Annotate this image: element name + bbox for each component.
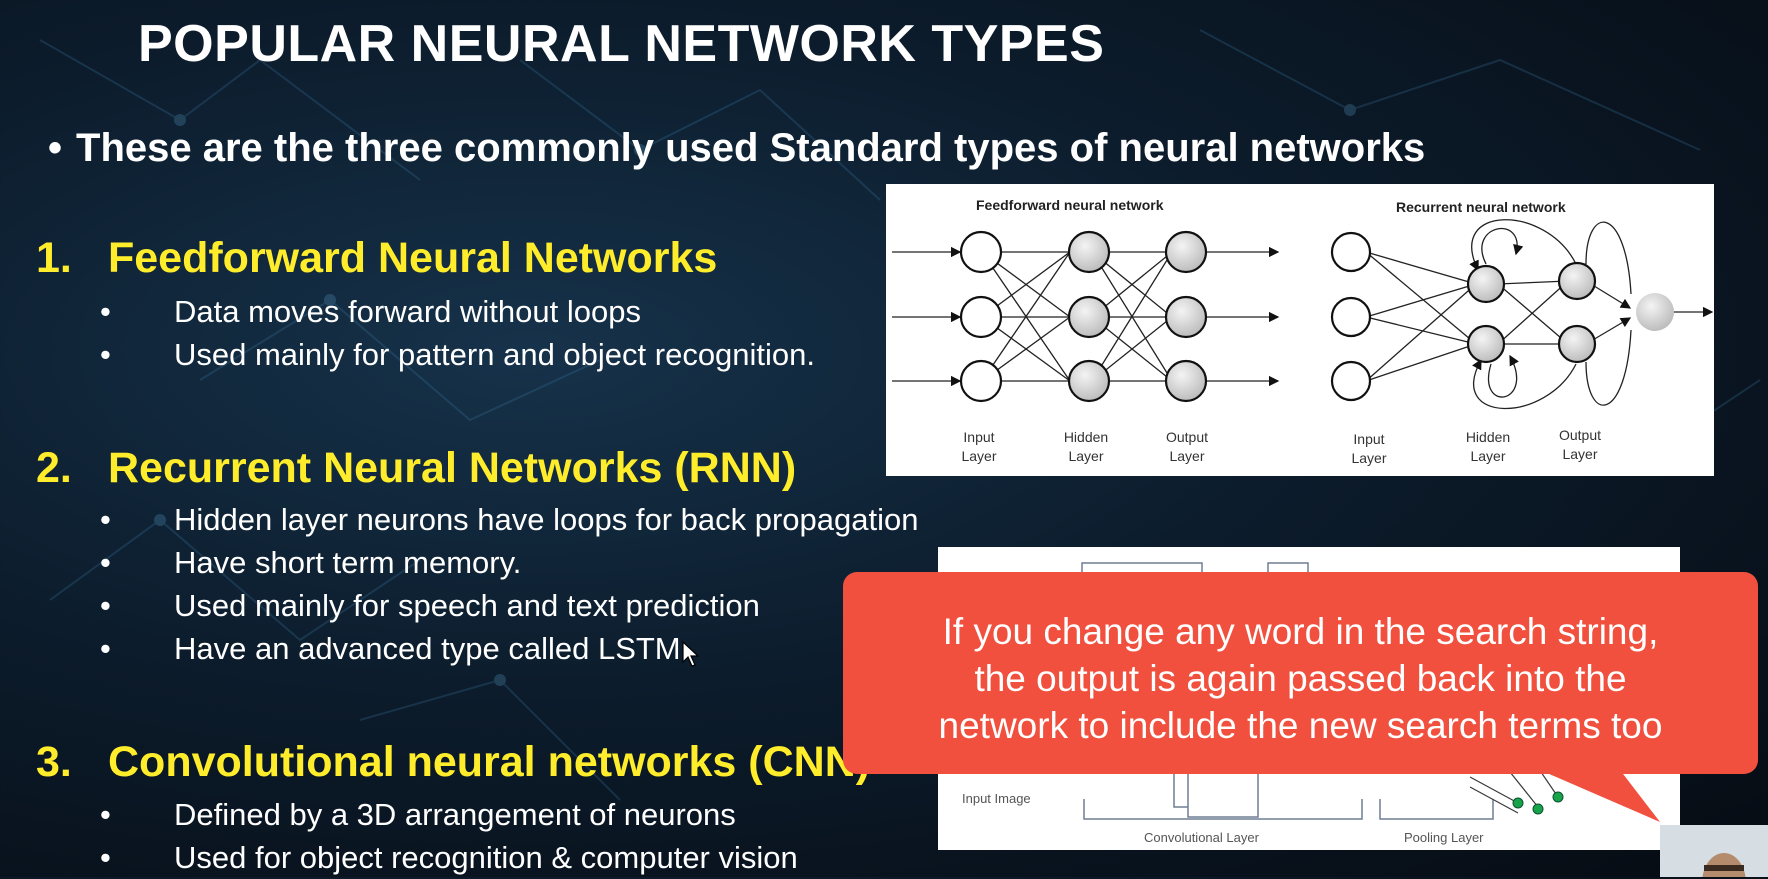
section-3-number: 3. — [36, 738, 72, 786]
rnn-hidden-label-1: Hidden — [1466, 429, 1510, 445]
intro-text: These are the three commonly used Standa… — [76, 126, 1426, 170]
ff-output-label-1: Output — [1166, 429, 1208, 445]
network-diagram-svg: Feedforward neural network Recurrent neu… — [892, 197, 1714, 466]
cnn-pool-label: Pooling Layer — [1404, 830, 1484, 845]
bullet-dot: • — [100, 294, 111, 329]
recurrent-title: Recurrent neural network — [1396, 199, 1566, 215]
network-diagram: Feedforward neural network Recurrent neu… — [886, 184, 1714, 476]
callout-pointer — [1540, 770, 1660, 822]
bullet-text: Used mainly for speech and text predicti… — [174, 588, 760, 623]
webcam-thumbnail — [1660, 825, 1768, 877]
ff-input-label-1: Input — [963, 429, 994, 445]
bullet-dot: • — [100, 502, 111, 537]
recurrent-output-node — [1636, 293, 1674, 331]
rnn-input-label-1: Input — [1353, 431, 1384, 447]
section-2-title: Recurrent Neural Networks (RNN) — [108, 444, 797, 492]
bullet-text: Hidden layer neurons have loops for back… — [174, 502, 919, 537]
section-2-number: 2. — [36, 444, 72, 492]
ff-input-label-2: Layer — [961, 448, 996, 464]
cnn-conv-label: Convolutional Layer — [1144, 830, 1260, 845]
bullet-text: Defined by a 3D arrangement of neurons — [174, 797, 736, 832]
intro-line: • These are the three commonly used Stand… — [48, 126, 1425, 171]
bullet-dot: • — [100, 797, 111, 832]
bullet-dot: • — [100, 840, 111, 875]
recurrent-nodes — [1330, 231, 1597, 402]
rnn-output-label-1: Output — [1559, 427, 1601, 443]
section-1-heading: 1. Feedforward Neural Networks — [36, 234, 717, 283]
bullet-dot: • — [100, 631, 111, 666]
callout-line-2: the output is again passed back into the — [974, 658, 1627, 699]
callout-line-3: network to include the new search terms … — [938, 705, 1663, 746]
section-2-heading: 2. Recurrent Neural Networks (RNN) — [36, 444, 796, 493]
section-1-number: 1. — [36, 234, 72, 282]
section-3-title: Convolutional neural networks (CNN) — [108, 738, 871, 786]
bullet-text: Have an advanced type called LSTM — [174, 631, 681, 666]
bullet-text: Used for object recognition & computer v… — [174, 840, 798, 875]
feedforward-title: Feedforward neural network — [976, 197, 1164, 213]
cnn-input-label: Input Image — [962, 791, 1031, 806]
section-1-title: Feedforward Neural Networks — [108, 234, 718, 282]
callout-line-1: If you change any word in the search str… — [942, 611, 1659, 652]
section-3-heading: 3. Convolutional neural networks (CNN) — [36, 738, 870, 787]
rnn-input-label-2: Layer — [1351, 450, 1386, 466]
bullet-text: Have short term memory. — [174, 545, 522, 580]
ff-hidden-label-1: Hidden — [1064, 429, 1108, 445]
bullet-text: Used mainly for pattern and object recog… — [174, 337, 816, 372]
slide-title: POPULAR NEURAL NETWORK TYPES — [138, 15, 1105, 73]
intro-bullet: • — [48, 126, 63, 170]
feedforward-nodes — [959, 230, 1208, 403]
bullet-text: Data moves forward without loops — [174, 294, 641, 329]
ff-hidden-label-2: Layer — [1068, 448, 1103, 464]
ff-output-label-2: Layer — [1169, 448, 1204, 464]
rnn-hidden-label-2: Layer — [1470, 448, 1505, 464]
bullet-dot: • — [100, 545, 111, 580]
mouse-cursor-icon — [682, 640, 700, 667]
tooltip-callout: If you change any word in the search str… — [843, 572, 1758, 774]
bullet-dot: • — [100, 588, 111, 623]
bullet-dot: • — [100, 337, 111, 372]
rnn-output-label-2: Layer — [1562, 446, 1597, 462]
